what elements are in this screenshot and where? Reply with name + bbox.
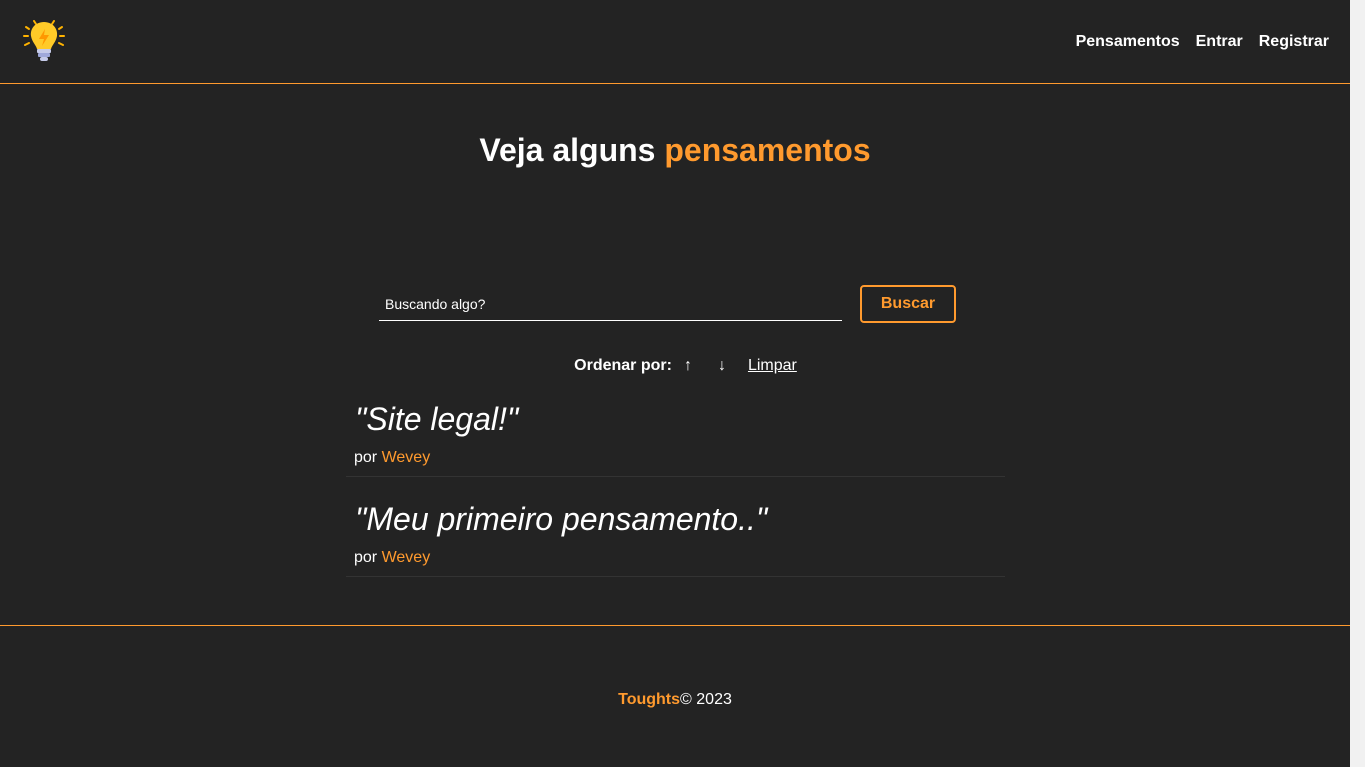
- thought-author-name: Wevey: [381, 549, 431, 566]
- thought-text: "Site legal!": [355, 401, 519, 437]
- thought-item: "Meu primeiro pensamento.." por Wevey: [346, 491, 1005, 577]
- thought-by-label: por: [354, 449, 378, 466]
- thought-author-name: Wevey: [381, 449, 431, 466]
- thought-text: "Meu primeiro pensamento..": [355, 501, 768, 537]
- search-input[interactable]: [379, 287, 842, 321]
- order-label: Ordenar por:: [574, 357, 672, 374]
- nav-link-registrar[interactable]: Registrar: [1259, 33, 1329, 51]
- search-form: Buscar: [379, 285, 956, 323]
- footer-brand: Toughts: [618, 690, 681, 708]
- search-button[interactable]: Buscar: [860, 285, 956, 323]
- thought-author: por Wevey: [354, 549, 997, 567]
- order-bar: Ordenar por: ↑ ↓ Limpar: [0, 357, 1350, 375]
- thought-author: por Wevey: [354, 449, 997, 467]
- page-title: Veja alguns pensamentos: [0, 132, 1350, 169]
- lightbulb-icon: [23, 19, 65, 61]
- footer-copyright: © 2023: [680, 690, 732, 708]
- arrow-down-icon[interactable]: ↓: [716, 357, 728, 375]
- vertical-scrollbar[interactable]: [1350, 0, 1365, 767]
- page: Pensamentos Entrar Registrar Veja alguns…: [0, 0, 1350, 767]
- main-content: Veja alguns pensamentos Buscar Ordenar p…: [0, 84, 1350, 625]
- footer: Toughts © 2023: [0, 625, 1350, 767]
- nav-link-entrar[interactable]: Entrar: [1196, 33, 1243, 51]
- thought-item: "Site legal!" por Wevey: [346, 391, 1005, 477]
- thought-by-label: por: [354, 549, 378, 566]
- nav-link-pensamentos[interactable]: Pensamentos: [1076, 33, 1180, 51]
- page-title-accent: pensamentos: [664, 132, 871, 168]
- logo-link[interactable]: [20, 18, 68, 66]
- arrow-up-icon[interactable]: ↑: [682, 357, 694, 375]
- nav-links: Pensamentos Entrar Registrar: [1076, 33, 1329, 51]
- page-title-prefix: Veja alguns: [479, 132, 656, 168]
- scrollbar-thumb[interactable]: [1352, 2, 1363, 742]
- clear-order-link[interactable]: Limpar: [748, 357, 797, 375]
- thoughts-list: "Site legal!" por Wevey "Meu primeiro pe…: [346, 391, 1005, 577]
- navbar: Pensamentos Entrar Registrar: [0, 0, 1350, 84]
